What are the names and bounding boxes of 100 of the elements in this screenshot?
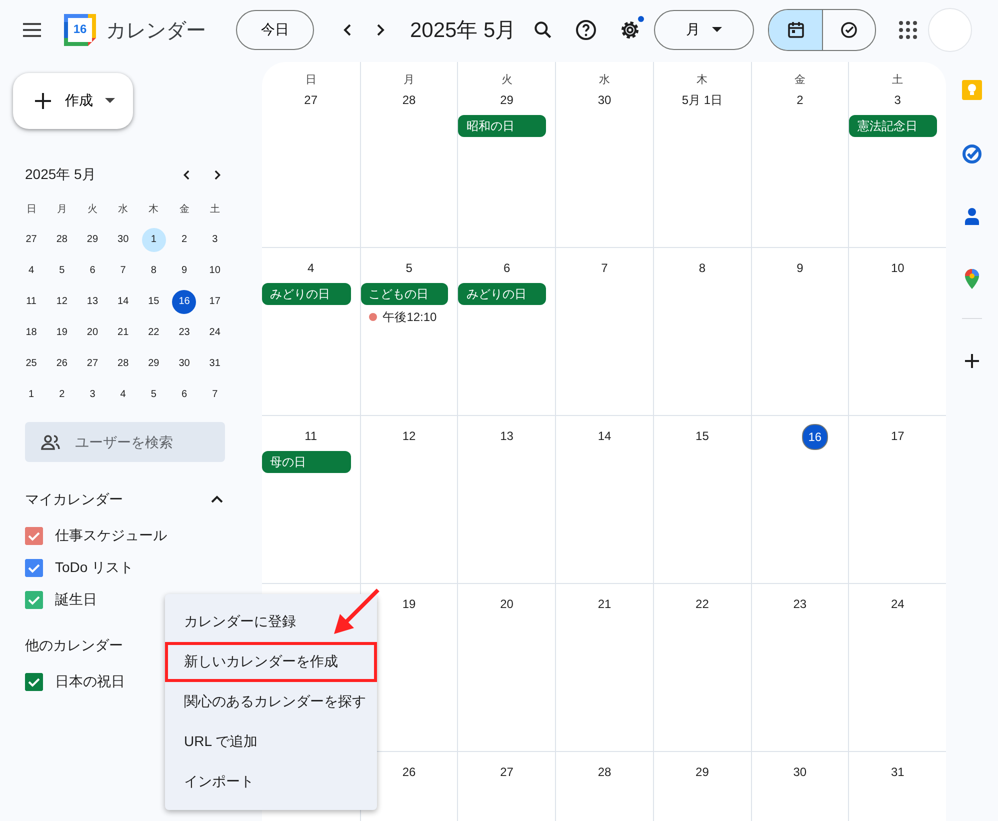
- mini-calendar-day[interactable]: 8: [142, 258, 166, 282]
- mini-calendar-day[interactable]: 28: [111, 352, 136, 376]
- caret-icon: [712, 27, 722, 33]
- mini-calendar-day[interactable]: 1: [19, 382, 44, 406]
- date-number[interactable]: 20: [496, 592, 518, 616]
- mini-calendar-day[interactable]: 15: [142, 290, 166, 314]
- date-number[interactable]: 26: [398, 760, 420, 784]
- apps-grid-icon[interactable]: [898, 20, 918, 40]
- checkbox[interactable]: [25, 527, 43, 545]
- date-number[interactable]: 31: [886, 760, 908, 784]
- mini-calendar-day[interactable]: 3: [80, 382, 104, 406]
- menu-item[interactable]: インポート: [165, 762, 377, 802]
- help-icon[interactable]: [574, 18, 598, 42]
- date-number[interactable]: 7: [597, 256, 612, 280]
- event-time[interactable]: 午後12:10: [382, 308, 437, 326]
- mini-calendar-day[interactable]: 10: [202, 258, 227, 282]
- mini-calendar-day[interactable]: 27: [80, 352, 104, 376]
- date-number[interactable]: 17: [886, 424, 908, 448]
- date-number[interactable]: 13: [496, 424, 518, 448]
- date-number[interactable]: 29: [692, 760, 713, 784]
- mini-calendar-day[interactable]: 3: [202, 228, 227, 252]
- mini-calendar-day[interactable]: 7: [202, 382, 227, 406]
- mini-calendar-day[interactable]: 27: [19, 228, 44, 252]
- checkbox[interactable]: [25, 673, 43, 691]
- event-chip[interactable]: みどりの日: [262, 283, 351, 305]
- date-number[interactable]: 29: [496, 88, 518, 112]
- date-number[interactable]: 9: [792, 256, 808, 280]
- date-number[interactable]: 5: [402, 256, 416, 280]
- mini-calendar-day[interactable]: 28: [50, 228, 74, 252]
- date-number[interactable]: 30: [789, 760, 811, 784]
- date-number[interactable]: 19: [398, 592, 420, 616]
- mini-calendar-day[interactable]: 12: [50, 290, 74, 314]
- mini-calendar-day[interactable]: 13: [80, 290, 104, 314]
- mini-calendar-day[interactable]: 30: [172, 352, 196, 376]
- date-number[interactable]: 23: [789, 592, 811, 616]
- mini-calendar-day[interactable]: 1: [142, 228, 166, 252]
- mini-calendar-day[interactable]: 31: [202, 352, 227, 376]
- mini-calendar-day[interactable]: 16: [172, 290, 196, 314]
- calendar-view-toggle[interactable]: [769, 10, 822, 50]
- date-number[interactable]: 8: [694, 256, 710, 280]
- date-number[interactable]: 6: [499, 256, 514, 280]
- date-number[interactable]: 3: [890, 88, 905, 112]
- event-chip[interactable]: 母の日: [262, 451, 351, 473]
- menu-item[interactable]: カレンダーに登録: [165, 602, 377, 642]
- mini-calendar-day[interactable]: 25: [19, 352, 44, 376]
- date-number[interactable]: 10: [886, 256, 908, 280]
- mini-calendar-day[interactable]: 24: [202, 320, 227, 344]
- date-number[interactable]: 2: [792, 88, 808, 112]
- mini-calendar-day[interactable]: 2: [172, 228, 196, 252]
- date-number[interactable]: 16: [802, 424, 828, 450]
- date-number[interactable]: 12: [398, 424, 420, 448]
- date-number[interactable]: 14: [594, 424, 616, 448]
- checkbox[interactable]: [25, 591, 43, 609]
- mini-calendar-day[interactable]: 5: [142, 382, 166, 406]
- today-button[interactable]: 今日: [236, 10, 314, 50]
- date-number[interactable]: 5月 1日: [678, 88, 727, 112]
- checkbox[interactable]: [25, 559, 43, 577]
- mini-calendar-day[interactable]: 9: [172, 258, 196, 282]
- mini-calendar-day[interactable]: 23: [172, 320, 196, 344]
- mini-calendar-day[interactable]: 11: [19, 290, 44, 314]
- mini-calendar-day[interactable]: 4: [19, 258, 44, 282]
- event-chip[interactable]: 昭和の日: [458, 115, 546, 137]
- date-number[interactable]: 27: [300, 88, 322, 112]
- date-number[interactable]: 15: [692, 424, 713, 448]
- date-number[interactable]: 24: [886, 592, 908, 616]
- mini-calendar-day[interactable]: 22: [142, 320, 166, 344]
- date-number[interactable]: 21: [594, 592, 616, 616]
- date-number[interactable]: 28: [594, 760, 616, 784]
- mini-calendar-day[interactable]: 7: [111, 258, 136, 282]
- date-number[interactable]: 4: [304, 256, 318, 280]
- menu-item[interactable]: 関心のあるカレンダーを探す: [165, 682, 377, 722]
- view-dropdown[interactable]: 月: [654, 10, 754, 50]
- menu-item[interactable]: URL で追加: [165, 722, 377, 762]
- mini-calendar-day[interactable]: 29: [142, 352, 166, 376]
- mini-calendar-day[interactable]: 17: [202, 290, 227, 314]
- event-chip[interactable]: 憲法記念日: [849, 115, 937, 137]
- mini-calendar-day[interactable]: 29: [80, 228, 104, 252]
- date-number[interactable]: 11: [300, 424, 322, 448]
- mini-calendar-day[interactable]: 14: [111, 290, 136, 314]
- mini-calendar-day[interactable]: 30: [111, 228, 136, 252]
- date-number[interactable]: 30: [594, 88, 616, 112]
- event-chip[interactable]: みどりの日: [458, 283, 546, 305]
- mini-calendar-day[interactable]: 6: [80, 258, 104, 282]
- create-button[interactable]: 作成: [13, 73, 133, 129]
- date-number[interactable]: 22: [692, 592, 713, 616]
- mini-calendar-day[interactable]: 6: [172, 382, 196, 406]
- mini-calendar-day[interactable]: 26: [50, 352, 74, 376]
- mini-calendar-day[interactable]: 19: [50, 320, 74, 344]
- mini-calendar-day[interactable]: 21: [111, 320, 136, 344]
- period-title: 2025年 5月: [410, 18, 516, 44]
- date-number[interactable]: 27: [496, 760, 518, 784]
- people-search-field[interactable]: ユーザーを検索: [25, 422, 225, 462]
- date-number[interactable]: 28: [398, 88, 420, 112]
- menu-item[interactable]: 新しいカレンダーを作成: [165, 642, 377, 682]
- mini-calendar-day[interactable]: 18: [19, 320, 44, 344]
- mini-calendar-day[interactable]: 20: [80, 320, 104, 344]
- mini-calendar-day[interactable]: 4: [111, 382, 136, 406]
- mini-calendar-day[interactable]: 2: [50, 382, 74, 406]
- mini-calendar-day[interactable]: 5: [50, 258, 74, 282]
- event-chip[interactable]: こどもの日: [360, 283, 448, 305]
